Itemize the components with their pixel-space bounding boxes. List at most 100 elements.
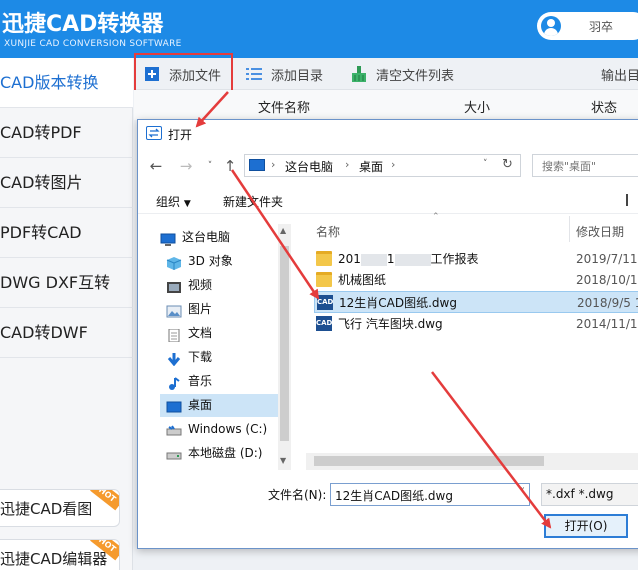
breadcrumb-desktop[interactable]: 桌面 — [359, 158, 383, 175]
sidebar-item-pdf-to-cad[interactable]: PDF转CAD — [0, 208, 133, 258]
file-date: 2019/7/11 — [576, 252, 638, 266]
filename-combobox[interactable]: ˅ — [330, 483, 530, 506]
tree-label: 这台电脑 — [182, 230, 231, 244]
drive-c-icon — [166, 423, 182, 436]
clear-list-label: 清空文件列表 — [376, 68, 455, 84]
navigation-row: ← → ˅ ↑ › 这台电脑 › 桌面 › ˅ ↻ — [138, 152, 638, 180]
new-folder-button[interactable]: 新建文件夹 — [223, 193, 283, 210]
back-arrow-icon[interactable]: ← — [146, 156, 166, 176]
user-avatar-icon — [541, 16, 561, 36]
documents-icon — [166, 327, 182, 343]
up-arrow-icon[interactable]: ↑ — [220, 156, 240, 176]
tree-item-video[interactable]: 视频 — [160, 274, 278, 297]
redaction — [360, 253, 387, 266]
forward-arrow-icon[interactable]: → — [176, 156, 196, 176]
address-bar[interactable]: › 这台电脑 › 桌面 › ˅ ↻ — [244, 154, 521, 177]
file-date: 2018/9/5 1 — [577, 296, 638, 310]
tree-label: 下载 — [188, 350, 213, 364]
tree-label: 音乐 — [188, 374, 213, 388]
organize-menu[interactable]: 组织 ▼ — [156, 193, 191, 210]
folder-icon — [316, 272, 332, 287]
dialog-command-bar: 组织 ▼ 新建文件夹 — [138, 186, 638, 214]
search-box[interactable] — [532, 154, 638, 177]
dialog-title: 打开 — [168, 128, 193, 142]
sidebar-item-dwg-dxf[interactable]: DWG DXF互转 — [0, 258, 133, 308]
tree-item-desktop[interactable]: 桌面 — [160, 394, 278, 417]
address-dropdown-icon[interactable]: ˅ — [483, 159, 488, 169]
clear-list-button[interactable]: 清空文件列表 — [351, 58, 454, 90]
tree-item-3d-objects[interactable]: 3D 对象 — [160, 250, 278, 273]
list-item[interactable]: 机械图纸 2018/10/12 — [314, 269, 638, 291]
app-subtitle: XUNJIE CAD CONVERSION SOFTWARE — [4, 39, 182, 49]
refresh-icon[interactable]: ↻ — [502, 157, 513, 172]
list-item[interactable]: CAD 飞行 汽车图块.dwg 2014/11/17 — [314, 313, 638, 335]
music-icon — [166, 375, 182, 390]
add-directory-button[interactable]: 添加目录 — [246, 58, 323, 90]
list-horizontal-scrollbar[interactable] — [306, 453, 638, 470]
tree-item-this-pc[interactable]: 这台电脑 — [154, 226, 272, 249]
filetype-filter[interactable]: *.dxf *.dwg — [541, 483, 638, 506]
open-button[interactable]: 打开(O) — [544, 514, 628, 538]
column-header-status: 状态 — [591, 101, 618, 116]
redaction — [394, 253, 411, 266]
pictures-icon — [166, 303, 182, 318]
sidebar-item-cad-version[interactable]: CAD版本转换 — [0, 58, 133, 108]
tree-item-music[interactable]: 音乐 — [160, 370, 278, 393]
scroll-down-icon[interactable]: ▼ — [280, 456, 286, 465]
sidebar-item-cad-to-image[interactable]: CAD转图片 — [0, 158, 133, 208]
tree-item-downloads[interactable]: 下载 — [160, 346, 278, 369]
app-title: 迅捷CAD转换器 — [2, 12, 164, 37]
cad-viewer-label: 迅捷CAD看图 — [0, 500, 93, 518]
file-name-part: 工作报表 — [430, 252, 479, 266]
tree-item-drive-c[interactable]: Windows (C:) — [160, 418, 278, 441]
file-name: 机械图纸 — [338, 273, 387, 287]
list-header-name[interactable]: 名称 — [316, 223, 340, 240]
breadcrumb-this-pc[interactable]: 这台电脑 — [285, 158, 333, 175]
output-directory-button[interactable]: 输出目 — [601, 58, 638, 90]
recent-locations-chevron-icon[interactable]: ˅ — [200, 156, 220, 176]
computer-icon — [249, 159, 265, 171]
tree-label: 视频 — [188, 278, 213, 292]
file-table-header: 文件名称 大小 状态 — [134, 90, 638, 120]
tree-label: Windows (C:) — [188, 422, 268, 436]
folder-icon — [316, 251, 332, 266]
column-header-name: 文件名称 — [258, 101, 311, 116]
list-header-modified[interactable]: 修改日期 — [576, 223, 624, 240]
output-directory-label: 输出目 — [601, 68, 638, 84]
sidebar: CAD版本转换 CAD转PDF CAD转图片 PDF转CAD DWG DXF互转… — [0, 58, 133, 570]
tree-item-pictures[interactable]: 图片 — [160, 298, 278, 321]
tree-label: 图片 — [188, 302, 213, 316]
list-item[interactable]: 201 1 工作报表 2019/7/11 — [314, 248, 638, 270]
search-input[interactable] — [542, 156, 638, 176]
column-divider — [569, 216, 570, 242]
chevron-down-icon[interactable]: ˅ — [520, 487, 525, 498]
desktop-icon — [166, 399, 182, 413]
scrollbar-thumb[interactable] — [314, 456, 544, 466]
list-item-selected[interactable]: CAD 12生肖CAD图纸.dwg 2018/9/5 1 — [314, 291, 638, 313]
tree-label: 文档 — [188, 326, 213, 340]
file-name: 飞行 汽车图块.dwg — [338, 317, 443, 331]
column-header-size: 大小 — [464, 101, 491, 116]
tree-scrollbar[interactable]: ▲ ▼ — [278, 224, 291, 470]
view-options-icon[interactable] — [626, 194, 638, 206]
tree-item-documents[interactable]: 文档 — [160, 322, 278, 345]
file-name-part: 201 — [338, 252, 361, 266]
scroll-up-icon[interactable]: ▲ — [280, 226, 286, 235]
sidebar-item-cad-to-pdf[interactable]: CAD转PDF — [0, 108, 133, 158]
highlight-box — [134, 53, 233, 92]
download-icon — [166, 351, 182, 367]
tree-item-drive-d[interactable]: 本地磁盘 (D:) — [160, 442, 278, 465]
cad-editor-label: 迅捷CAD编辑器 — [0, 550, 108, 568]
user-account[interactable]: 羽卒 — [537, 12, 638, 40]
filename-input[interactable] — [335, 485, 505, 505]
cad-viewer-link[interactable]: 迅捷CAD看图 HOT — [0, 489, 120, 527]
dropdown-caret-icon: ▼ — [183, 199, 191, 209]
video-icon — [166, 279, 182, 293]
broom-icon — [351, 66, 367, 82]
3d-objects-icon — [166, 255, 182, 270]
file-name: 12生肖CAD图纸.dwg — [339, 296, 457, 310]
scrollbar-thumb[interactable] — [280, 246, 289, 441]
cad-editor-link[interactable]: 迅捷CAD编辑器 HOT — [0, 539, 120, 570]
breadcrumb-separator-icon: › — [391, 158, 396, 171]
sidebar-item-cad-to-dwf[interactable]: CAD转DWF — [0, 308, 133, 358]
